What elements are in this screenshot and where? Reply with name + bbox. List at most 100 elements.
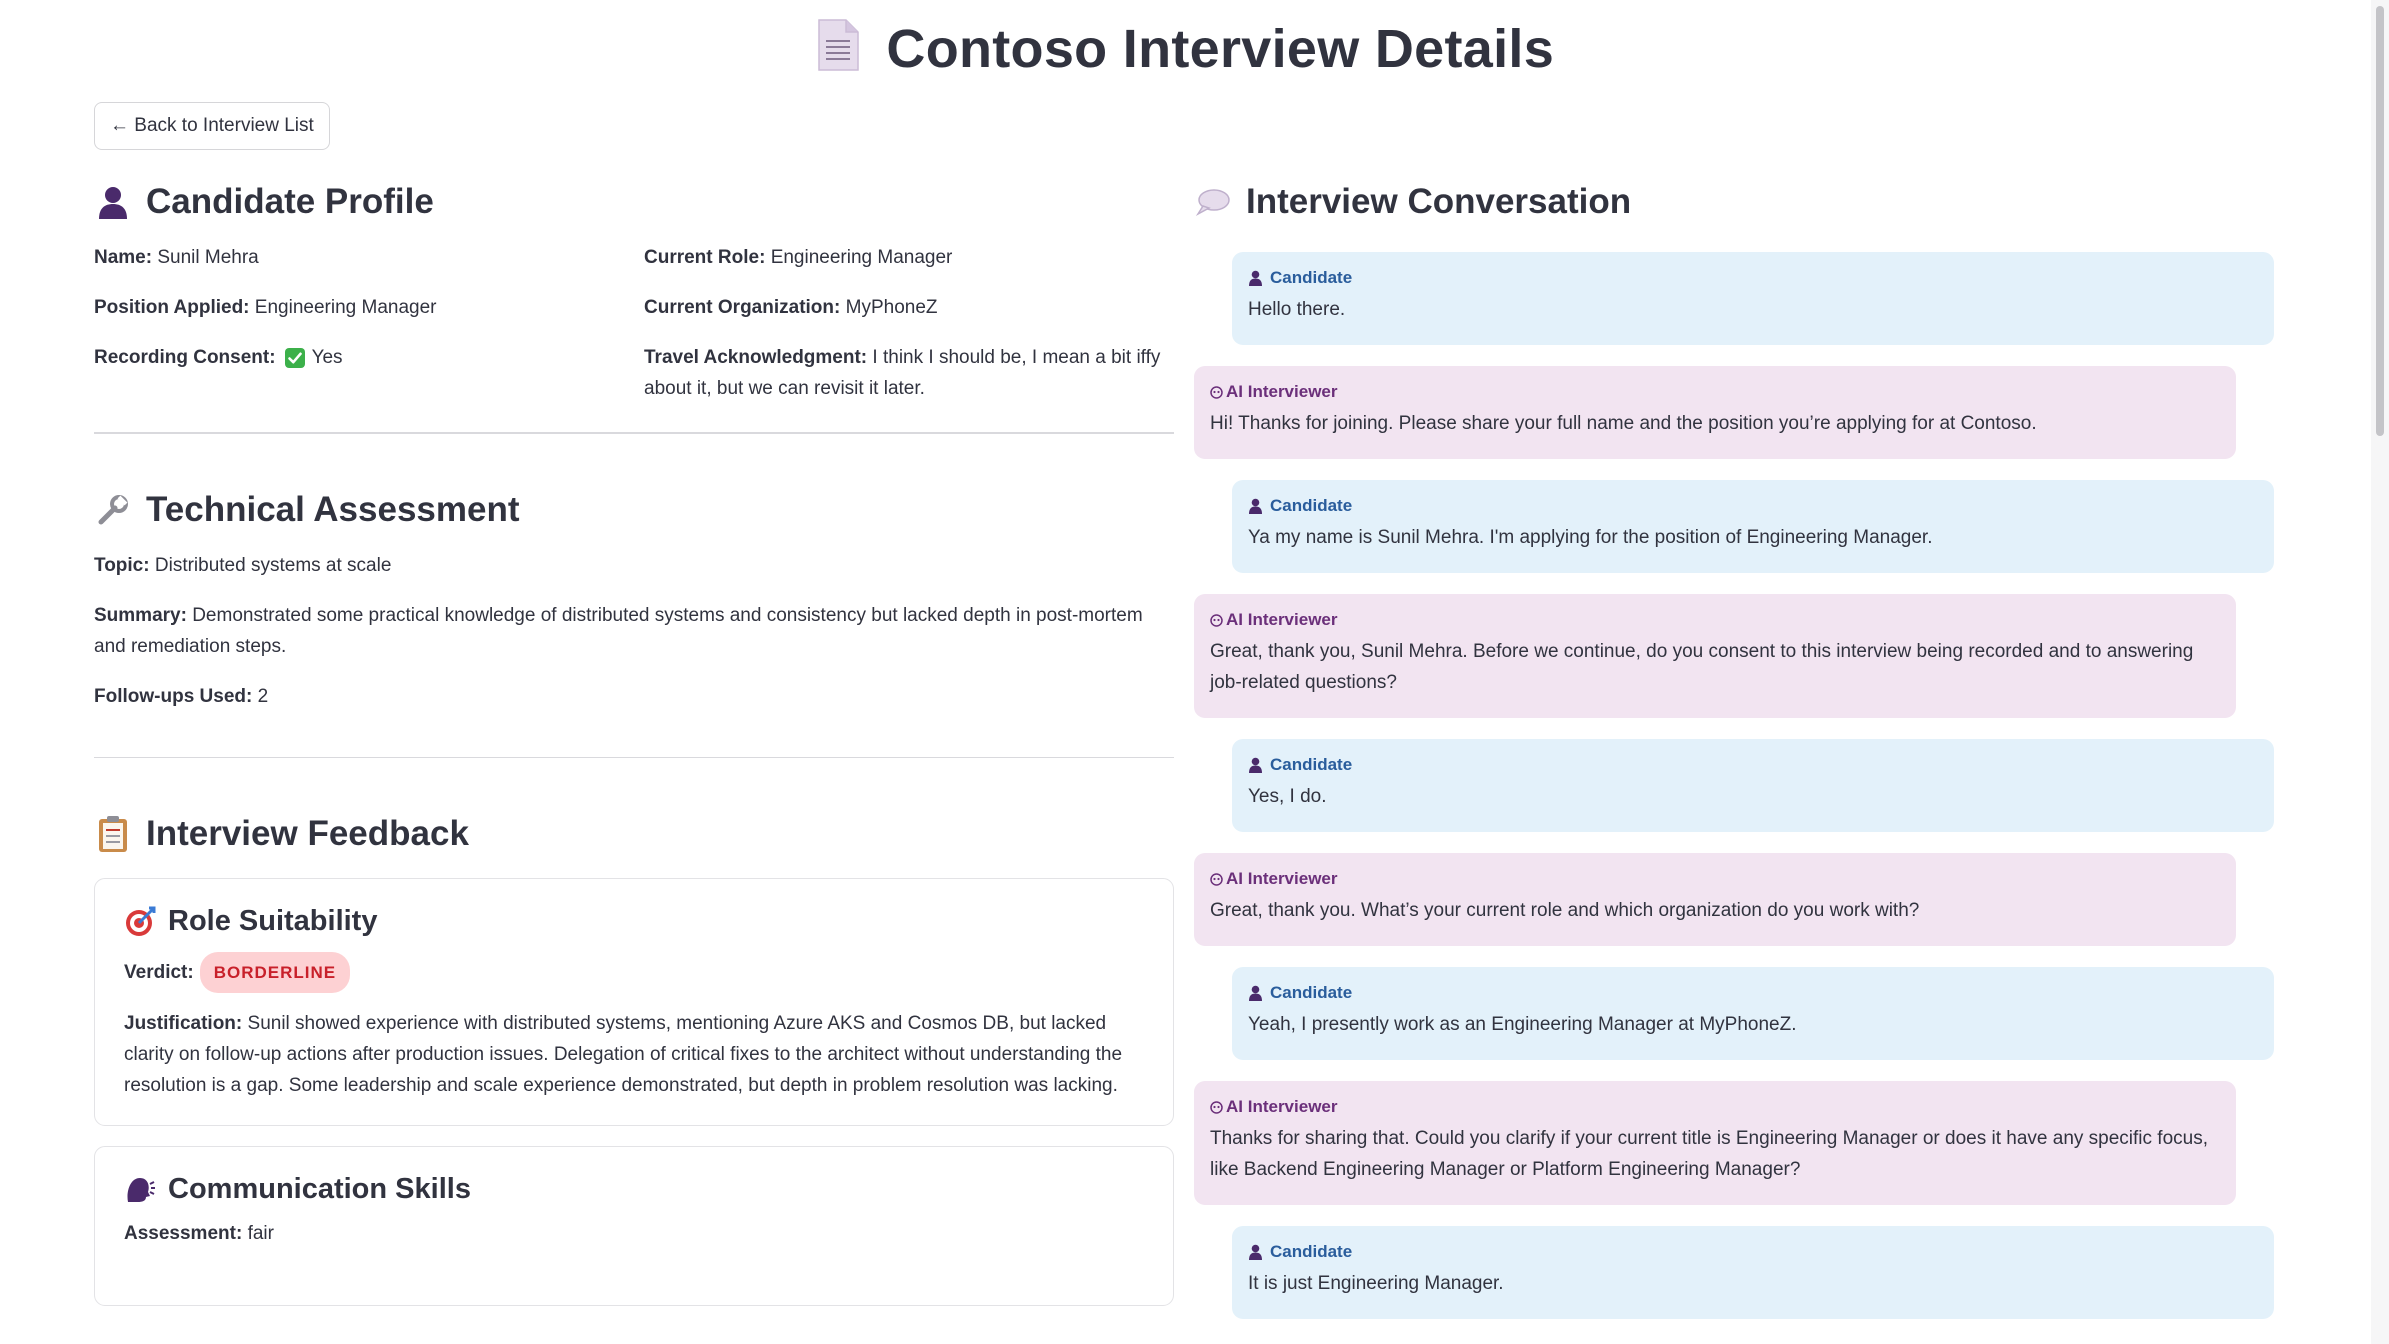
- consent-field: Recording Consent: Yes: [94, 342, 343, 373]
- field-value: Sunil showed experience with distributed…: [124, 1013, 1123, 1096]
- robot-icon: [1210, 385, 1223, 399]
- field-value: Distributed systems at scale: [154, 554, 392, 576]
- speaker-label: Candidate: [1248, 1242, 2258, 1262]
- interview-feedback-heading: Interview Feedback: [94, 808, 1174, 860]
- speaker-label: Candidate: [1248, 755, 2258, 775]
- summary-field: Summary: Demonstrated some practical kno…: [94, 600, 1174, 662]
- speech-bubble-icon: [1194, 183, 1232, 221]
- message-text: Great, thank you. What’s your current ro…: [1210, 900, 1920, 921]
- divider: [94, 756, 1174, 758]
- page: Contoso Interview Details ← Back to Inte…: [0, 0, 2389, 1344]
- travel-field: Travel Acknowledgment: I think I should …: [644, 342, 1164, 404]
- back-to-list-button[interactable]: ← Back to Interview List: [94, 102, 330, 150]
- field-label: Current Role:: [644, 247, 766, 268]
- role-suitability-card: Role Suitability Verdict: BORDERLINE Jus…: [94, 878, 1174, 1126]
- message-text: It is just Engineering Manager.: [1248, 1273, 1504, 1294]
- message-text: Yes, I do.: [1248, 786, 1327, 807]
- scrollbar-thumb[interactable]: [2376, 6, 2384, 436]
- speaker-label: Candidate: [1248, 496, 2258, 516]
- candidate-profile-fields: Name: Sunil Mehra Position Applied: Engi…: [94, 242, 1174, 412]
- section-title: Technical Assessment: [146, 489, 520, 529]
- field-label: Position Applied:: [94, 297, 250, 318]
- verdict-badge: BORDERLINE: [199, 952, 351, 993]
- section-title: Interview Feedback: [146, 814, 469, 853]
- field-value: 2: [257, 685, 269, 707]
- field-value: Engineering Manager: [770, 247, 953, 268]
- technical-assessment-heading: Technical Assessment: [94, 484, 1174, 536]
- speaker-label: Candidate: [1248, 983, 2258, 1003]
- message-text: Thanks for sharing that. Could you clari…: [1210, 1128, 2208, 1180]
- page-header: Contoso Interview Details: [0, 18, 2370, 80]
- message-text: Yeah, I presently work as an Engineering…: [1248, 1014, 1797, 1035]
- section-title: Candidate Profile: [146, 182, 434, 221]
- field-label: Current Organization:: [644, 297, 841, 318]
- verdict-field: Verdict: BORDERLINE: [124, 952, 1144, 993]
- speaking-head-icon: [124, 1174, 156, 1206]
- robot-icon: [1210, 1100, 1223, 1114]
- message-ai: AI Interviewer Great, thank you, Sunil M…: [1194, 594, 2236, 718]
- communication-skills-card: Communication Skills Assessment: fair: [94, 1146, 1174, 1306]
- person-icon: [1248, 1244, 1263, 1260]
- person-icon: [1248, 270, 1263, 286]
- justification-field: Justification: Sunil showed experience w…: [124, 1008, 1144, 1101]
- field-label: Recording Consent:: [94, 347, 276, 368]
- message-candidate: Candidate Hello there.: [1232, 252, 2274, 345]
- message-text: Ya my name is Sunil Mehra. I'm applying …: [1248, 527, 1933, 548]
- speaker-label: AI Interviewer: [1210, 382, 2220, 402]
- page-scrollbar[interactable]: [2371, 0, 2389, 1344]
- check-icon: [284, 347, 305, 368]
- speaker-label: AI Interviewer: [1210, 610, 2220, 630]
- message-ai: AI Interviewer Great, thank you. What’s …: [1194, 853, 2236, 946]
- robot-icon: [1210, 872, 1223, 886]
- message-text: Hi! Thanks for joining. Please share you…: [1210, 413, 2037, 434]
- field-label: Travel Acknowledgment:: [644, 347, 868, 368]
- current-role-field: Current Role: Engineering Manager: [644, 242, 952, 273]
- field-value: Engineering Manager: [254, 297, 437, 318]
- role-suitability-heading: Role Suitability: [124, 905, 1144, 938]
- field-label: Name:: [94, 247, 153, 268]
- topic-field: Topic: Distributed systems at scale: [94, 550, 1174, 581]
- card-title: Role Suitability: [168, 905, 378, 937]
- message-candidate: Candidate Yes, I do.: [1232, 739, 2274, 832]
- conversation-heading: Interview Conversation: [1194, 176, 2276, 228]
- person-icon: [1248, 498, 1263, 514]
- clipboard-icon: [94, 815, 132, 853]
- message-text: Great, thank you, Sunil Mehra. Before we…: [1210, 641, 2194, 693]
- field-label: Summary:: [94, 604, 187, 626]
- assessment-field: Assessment: fair: [124, 1218, 1144, 1249]
- candidate-profile-heading: Candidate Profile: [94, 176, 1174, 228]
- field-label: Verdict:: [124, 962, 194, 983]
- field-label: Justification:: [124, 1013, 243, 1034]
- card-title: Communication Skills: [168, 1173, 471, 1205]
- right-column: Interview Conversation Candidate Hello t…: [1194, 176, 2276, 1319]
- wrench-icon: [94, 491, 132, 529]
- person-icon: [1248, 985, 1263, 1001]
- name-field: Name: Sunil Mehra: [94, 242, 259, 273]
- target-icon: [124, 906, 156, 938]
- conversation-list: Candidate Hello there. AI Interviewer Hi…: [1194, 252, 2276, 1344]
- field-value: fair: [247, 1223, 274, 1244]
- section-title: Interview Conversation: [1246, 182, 1632, 221]
- document-icon: [816, 18, 860, 72]
- field-value: Yes: [311, 347, 343, 368]
- field-value: MyPhoneZ: [845, 297, 938, 318]
- field-value: Demonstrated some practical knowledge of…: [94, 604, 1143, 657]
- left-column: Candidate Profile Name: Sunil Mehra Posi…: [94, 176, 1174, 1306]
- message-ai: AI Interviewer Hi! Thanks for joining. P…: [1194, 366, 2236, 459]
- speaker-label: AI Interviewer: [1210, 869, 2220, 889]
- followups-field: Follow-ups Used: 2: [94, 681, 1174, 712]
- page-title: Contoso Interview Details: [886, 19, 1555, 79]
- field-label: Assessment:: [124, 1223, 243, 1244]
- person-icon: [1248, 757, 1263, 773]
- speaker-label: Candidate: [1248, 268, 2258, 288]
- message-candidate: Candidate Yeah, I presently work as an E…: [1232, 967, 2274, 1060]
- position-field: Position Applied: Engineering Manager: [94, 292, 436, 323]
- message-text: Hello there.: [1248, 299, 1346, 320]
- message-candidate: Candidate It is just Engineering Manager…: [1232, 1226, 2274, 1319]
- current-org-field: Current Organization: MyPhoneZ: [644, 292, 938, 323]
- robot-icon: [1210, 613, 1223, 627]
- field-value: Sunil Mehra: [157, 247, 259, 268]
- divider: [94, 432, 1174, 434]
- person-icon: [94, 183, 132, 221]
- field-label: Topic:: [94, 554, 150, 576]
